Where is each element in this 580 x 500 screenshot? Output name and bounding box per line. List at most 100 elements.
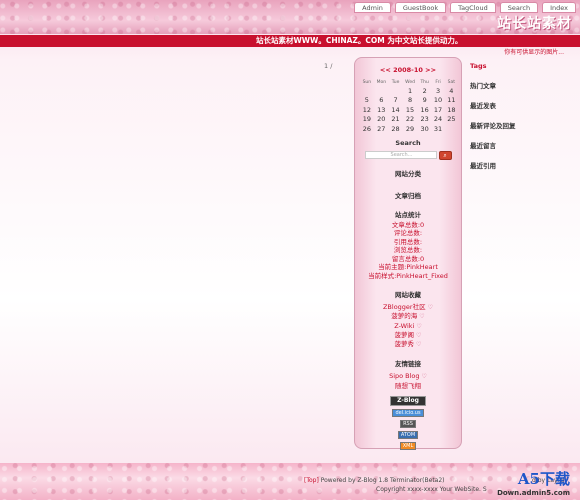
calendar-title[interactable]: << 2008-10 >>	[360, 66, 456, 74]
favorites-title: 网站收藏	[395, 291, 421, 299]
archive-title[interactable]: 文章归档	[360, 190, 456, 200]
calendar-day-header: Tue	[391, 79, 400, 85]
calendar-day-header: Thu	[420, 79, 429, 85]
friend-link[interactable]: Sipo Blog ♡	[360, 372, 456, 381]
nav-guestbook[interactable]: GuestBook	[394, 2, 447, 13]
site-logo[interactable]: 站长站素材	[497, 13, 572, 33]
calendar-day: 29	[405, 124, 415, 133]
stat-item: 浏览总数:	[393, 246, 423, 254]
calendar-day-header: Fri	[435, 79, 441, 85]
watermark-url: Down.admin5.com	[497, 489, 570, 497]
calendar-day: 15	[405, 105, 415, 114]
friend-label: Sipo Blog	[389, 372, 420, 381]
search-input[interactable]: Search...	[364, 151, 437, 159]
calendar-day: 1	[407, 86, 413, 95]
calendar-day: 24	[433, 115, 443, 124]
calendar-day-header: Wed	[405, 79, 415, 85]
footer-powered: [Top] Powered by Z-Blog 1.8 Terminator(B…	[304, 477, 445, 484]
heart-icon: ♡	[416, 331, 422, 339]
calendar-day: 11	[447, 96, 456, 105]
watermark: A5下载 Down.admin5.com	[470, 468, 570, 497]
recent-messages-title[interactable]: 最近留言	[470, 140, 570, 150]
calendar-day	[374, 86, 389, 96]
pager: 1 /	[324, 62, 333, 70]
recent-trackbacks-title[interactable]: 最近引用	[470, 160, 570, 170]
calendar-day	[445, 124, 458, 134]
slogan-bar: 站长站素材WWW。CHINAZ。COM 为中文站长提供动力。	[0, 35, 580, 47]
tags-title[interactable]: Tags	[470, 62, 570, 70]
recent-posts-title[interactable]: 最近发表	[470, 100, 570, 110]
stat-item: 引用总数:	[393, 237, 423, 246]
sub-note: 你有可供显示的图片...	[504, 49, 564, 56]
atom-badge[interactable]: ATOM	[397, 431, 419, 440]
calendar-day: 26	[362, 124, 371, 133]
friends-list: Sipo Blog ♡ 随想飞翔	[360, 372, 456, 390]
calendar-day: 23	[420, 115, 429, 124]
calendar-day: 7	[393, 96, 398, 105]
top-link[interactable]: [Top]	[304, 477, 319, 484]
heart-icon: ♡	[416, 341, 422, 349]
stat-item: 当前样式:PinkHeart_Fixed	[368, 271, 448, 280]
right-column: Tags 热门文章 最近发表 最新评论及回复 最近留言 最近引用	[470, 62, 570, 180]
friend-label: 随想飞翔	[395, 381, 421, 390]
stat-item: 留言总数:0	[391, 254, 425, 263]
favorite-link[interactable]: 菠萝的海 ♡	[360, 312, 456, 321]
stat-item: 当前主题:PinkHeart	[378, 263, 438, 271]
powered-text: Powered by Z-Blog 1.8 Terminator(Beta2)	[320, 477, 445, 484]
xml-badge[interactable]: XML	[399, 442, 417, 451]
stat-item: 评论总数:	[393, 229, 423, 237]
site-header: Admin GuestBook TagCloud Search Index 站长…	[0, 0, 580, 34]
calendar-day: 28	[391, 124, 400, 133]
watermark-logo: A5下载	[517, 470, 570, 488]
favorite-link[interactable]: Z-Wiki ♡	[360, 322, 456, 331]
calendar-day-header: Sun	[362, 79, 372, 85]
friends-title: 友情链接	[395, 360, 421, 369]
stat-item: 文章总数:0	[391, 220, 425, 229]
calendar-day: 20	[377, 115, 386, 124]
calendar-day: 17	[433, 105, 443, 114]
calendar-day: 12	[362, 105, 371, 114]
calendar-day: 4	[449, 86, 454, 95]
nav-tagcloud[interactable]: TagCloud	[450, 2, 496, 13]
calendar-day: 27	[377, 124, 386, 133]
calendar-day: 21	[391, 115, 400, 124]
sidebar: << 2008-10 >> Sun Mon Tue Wed Thu Fri Sa…	[354, 57, 462, 451]
calendar-day: 3	[436, 86, 441, 95]
favorite-link[interactable]: 菠萝阁 ♡	[360, 331, 456, 340]
hot-articles-title[interactable]: 热门文章	[470, 80, 570, 90]
calendar-day: 16	[420, 105, 429, 114]
search-button[interactable]: ⌕	[438, 150, 452, 160]
favorite-link[interactable]: 菠萝秀 ♡	[360, 340, 456, 349]
badge-list: Z-Blog del.icio.us RSS ATOM XML	[360, 396, 456, 451]
recent-comments-title[interactable]: 最新评论及回复	[470, 120, 570, 130]
calendar-day	[389, 86, 402, 96]
calendar-day: 2	[422, 86, 427, 95]
calendar-day	[360, 86, 374, 96]
heart-icon: ♡	[421, 373, 427, 381]
rss-badge[interactable]: RSS	[400, 420, 416, 429]
calendar-day: 6	[379, 96, 384, 105]
favorite-label: ZBlogger社区	[382, 303, 426, 311]
search-title: Search	[395, 138, 421, 147]
calendar-day: 9	[422, 96, 427, 105]
delicious-badge[interactable]: del.icio.us	[392, 409, 424, 418]
calendar-day: 31	[433, 124, 443, 133]
nav-search[interactable]: Search	[499, 2, 539, 13]
zblog-badge[interactable]: Z-Blog	[390, 396, 426, 407]
friend-link[interactable]: 随想飞翔	[360, 382, 456, 390]
nav-index[interactable]: Index	[542, 2, 576, 13]
calendar-day: 8	[407, 96, 413, 105]
favorite-label: 菠萝秀	[394, 340, 415, 349]
nav-admin[interactable]: Admin	[354, 2, 391, 13]
search-icon: ⌕	[443, 151, 447, 159]
heart-icon: ♡	[427, 304, 433, 311]
calendar-day-header: Mon	[376, 79, 387, 85]
search-row: Search... ⌕	[360, 150, 456, 160]
favorites-list: ZBlogger社区 ♡ 菠萝的海 ♡ Z-Wiki ♡ 菠萝阁 ♡ 菠萝秀 ♡	[360, 303, 456, 349]
calendar-day: 19	[362, 115, 371, 124]
calendar-day: 18	[447, 105, 456, 114]
heart-icon: ♡	[416, 322, 422, 330]
favorite-link[interactable]: ZBlogger社区 ♡	[360, 303, 456, 312]
favorite-label: 菠萝阁	[394, 330, 415, 339]
category-title[interactable]: 网站分类	[360, 168, 456, 178]
